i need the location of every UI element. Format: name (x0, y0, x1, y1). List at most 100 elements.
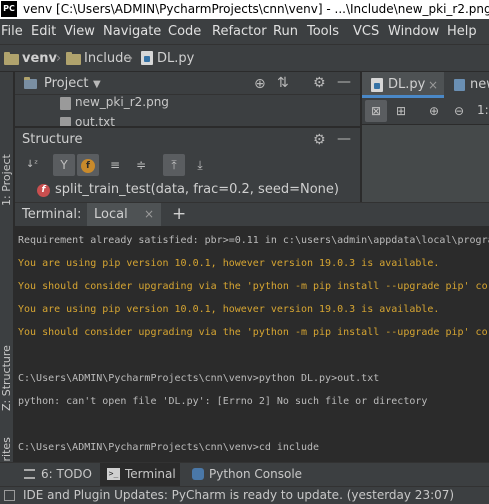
menu-tools[interactable]: Tools (307, 19, 339, 44)
menu-help[interactable]: Help (447, 19, 477, 44)
tab-terminal-label: Terminal (125, 467, 176, 481)
close-icon[interactable]: × (144, 203, 154, 226)
terminal-line: C:\Users\ADMIN\PycharmProjects\cnn\venv>… (18, 442, 320, 453)
image-canvas[interactable] (361, 125, 489, 202)
chevron-right-icon: › (128, 51, 134, 66)
tab-python-console-label: Python Console (209, 467, 303, 481)
image-file-icon (60, 97, 71, 110)
tree-item-label: new_pki_r2.png (75, 95, 169, 109)
terminal-line: python: can't open file 'DL.py': [Errno … (18, 396, 428, 407)
menu-run[interactable]: Run (273, 19, 298, 44)
menu-window[interactable]: Window (388, 19, 439, 44)
terminal-line: You should consider upgrading via the 'p… (18, 281, 488, 292)
tab-project[interactable]: 1: Project (0, 152, 14, 208)
terminal-header: Terminal: Local × + (15, 202, 489, 227)
text-file-icon (60, 117, 71, 126)
tree-item-label: out.txt (75, 115, 115, 126)
close-icon[interactable]: × (428, 72, 438, 98)
tab-terminal[interactable]: >_ Terminal (100, 463, 180, 487)
project-tree: new_pki_r2.png out.txt (15, 95, 360, 126)
terminal-line: You are using pip version 10.0.1, howeve… (18, 258, 440, 269)
menu-vcs[interactable]: VCS (353, 19, 379, 44)
collapse-all-icon[interactable]: ≑ (130, 154, 152, 176)
terminal-title: Terminal: (22, 207, 82, 222)
tab-todo[interactable]: 6: TODO (24, 463, 94, 487)
tab-structure[interactable]: Z: Structure (0, 344, 14, 412)
tree-item-txt[interactable]: out.txt (60, 115, 115, 126)
project-icon (24, 77, 37, 89)
expand-all-icon[interactable]: ≡ (104, 154, 126, 176)
folder-icon (4, 52, 19, 65)
breadcrumb: venv › Include › DL.py (0, 44, 489, 72)
python-file-icon (371, 78, 383, 92)
locate-icon[interactable]: ⊕ (254, 77, 266, 91)
window-titlebar: PC venv [C:\Users\ADMIN\PycharmProjects\… (0, 0, 489, 19)
editor-tab-bar: DL.py × new (361, 72, 489, 98)
menu-code[interactable]: Code (168, 19, 201, 44)
autoscroll-from-source-icon[interactable]: ⤓ (189, 154, 211, 176)
breadcrumb-dl-py[interactable]: DL.py (157, 45, 194, 72)
editor-tab-label: DL.py (388, 77, 426, 92)
todo-icon (24, 469, 35, 479)
structure-panel-title: Structure (22, 132, 83, 147)
tab-python-console[interactable]: Python Console (190, 463, 303, 487)
terminal-tab-label: Local (94, 207, 128, 222)
sort-alpha-icon[interactable]: ↓ᶻ (21, 154, 43, 176)
menu-file[interactable]: File (1, 19, 23, 44)
python-icon (192, 468, 204, 480)
pycharm-app-icon: PC (1, 1, 17, 17)
dropdown-arrow-icon[interactable]: ▼ (93, 78, 101, 92)
hide-icon[interactable]: — (337, 132, 351, 146)
menu-view[interactable]: View (64, 19, 95, 44)
status-bar: IDE and Plugin Updates: PyCharm is ready… (0, 486, 489, 504)
structure-item-function[interactable]: split_train_test(data, frac=0.2, seed=No… (55, 182, 339, 197)
image-editor-toolbar: ⊠ ⊞ ⊕ ⊖ 1: (361, 98, 489, 125)
zoom-label: 1: (477, 103, 489, 117)
status-toggle-icon[interactable] (4, 490, 15, 501)
project-panel-header: Project ▼ ⊕ ⇅ ⚙ — (15, 72, 360, 95)
hide-icon[interactable]: — (337, 75, 351, 89)
breadcrumb-include[interactable]: Include (84, 45, 131, 72)
terminal-output[interactable]: Requirement already satisfied: pbr>=0.11… (15, 226, 489, 462)
chessboard-icon[interactable]: ⊠ (365, 100, 387, 122)
terminal-tab-local[interactable]: Local × (87, 203, 161, 227)
menu-navigate[interactable]: Navigate (103, 19, 161, 44)
zoom-in-icon[interactable]: ⊕ (423, 100, 445, 122)
window-title: venv [C:\Users\ADMIN\PycharmProjects\cnn… (23, 2, 489, 16)
show-inherited-icon[interactable]: Y (53, 154, 75, 176)
breadcrumb-venv[interactable]: venv (22, 45, 57, 72)
terminal-line: You should consider upgrading via the 'p… (18, 327, 488, 338)
tab-todo-label: 6: TODO (41, 467, 92, 481)
zoom-out-icon[interactable]: ⊖ (448, 100, 470, 122)
python-file-icon (141, 51, 153, 65)
bottom-tool-bar: 6: TODO >_ Terminal Python Console (0, 462, 489, 487)
project-panel-title[interactable]: Project (44, 76, 88, 91)
left-tool-strip: 1: Project Z: Structure 2: Favorites (0, 72, 14, 501)
editor-tab-label: new (470, 77, 489, 92)
gear-icon[interactable]: ⚙ (313, 76, 326, 90)
tree-item-png[interactable]: new_pki_r2.png (60, 95, 169, 110)
terminal-line: Requirement already satisfied: pbr>=0.11… (18, 235, 489, 246)
menu-refactor[interactable]: Refactor (212, 19, 267, 44)
function-icon: f (37, 184, 50, 197)
show-fields-icon[interactable]: f (77, 154, 99, 176)
menu-bar: File Edit View Navigate Code Refactor Ru… (0, 19, 489, 44)
terminal-line: C:\Users\ADMIN\PycharmProjects\cnn\venv>… (18, 373, 380, 384)
new-session-icon[interactable]: + (172, 203, 186, 226)
chevron-right-icon: › (56, 51, 62, 66)
gear-icon[interactable]: ⚙ (313, 133, 326, 147)
folder-icon (66, 52, 81, 65)
structure-toolbar: ↓ᶻ Y f ≡ ≑ ⤒ ⤓ (15, 151, 360, 179)
terminal-line: You are using pip version 10.0.1, howeve… (18, 304, 440, 315)
terminal-icon: >_ (107, 468, 120, 480)
status-message[interactable]: IDE and Plugin Updates: PyCharm is ready… (23, 487, 454, 504)
structure-tree: f split_train_test(data, frac=0.2, seed=… (15, 179, 360, 202)
autoscroll-to-source-icon[interactable]: ⤒ (163, 154, 185, 176)
grid-icon[interactable]: ⊞ (390, 100, 412, 122)
tab-new-pki[interactable]: new (446, 72, 489, 98)
menu-edit[interactable]: Edit (31, 19, 56, 44)
collapse-all-icon[interactable]: ⇅ (277, 76, 289, 90)
structure-panel-header: Structure ⚙ — (15, 127, 360, 151)
tab-dl-py[interactable]: DL.py × (362, 72, 444, 98)
image-file-icon (454, 79, 465, 91)
